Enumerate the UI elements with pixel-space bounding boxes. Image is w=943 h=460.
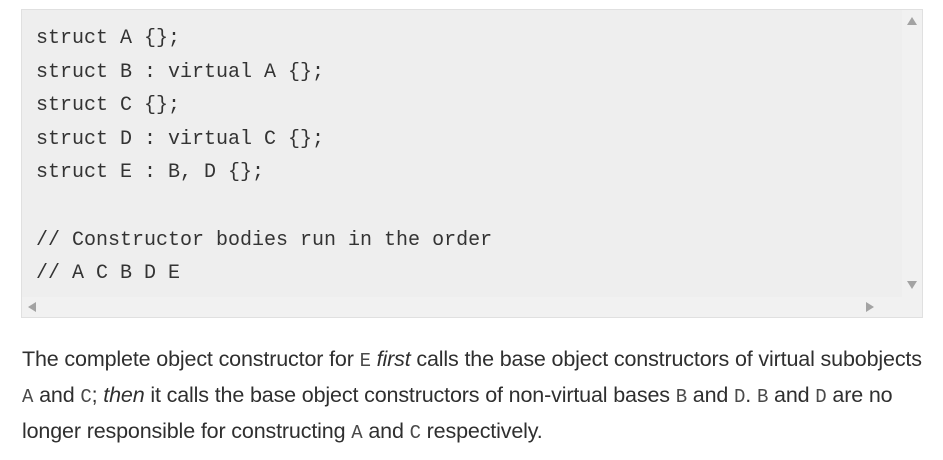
paragraph-text: and xyxy=(768,383,816,407)
inline-code: D xyxy=(734,386,746,408)
inline-code: B xyxy=(756,386,769,408)
inline-code: C xyxy=(409,422,421,444)
paragraph-text: and xyxy=(33,383,81,407)
paragraph-text: and xyxy=(362,419,410,443)
inline-code: B xyxy=(675,386,687,408)
scroll-up-arrow-icon[interactable] xyxy=(907,17,917,25)
code-content: struct A {}; struct B : virtual A {}; stru… xyxy=(22,10,902,298)
paragraph-text: The complete object constructor for xyxy=(22,347,360,371)
code-line: // A C B D E xyxy=(36,262,181,286)
code-line: // Constructor bodies run in the order xyxy=(36,228,493,252)
code-line: struct C {}; xyxy=(36,94,181,118)
code-line: struct B : virtual A {}; xyxy=(36,60,325,84)
code-text: struct A {}; struct B : virtual A {}; stru… xyxy=(22,10,902,291)
inline-code: D xyxy=(815,386,827,408)
code-line: struct E : B, D {}; xyxy=(36,161,265,185)
code-line: struct D : virtual C {}; xyxy=(36,127,325,151)
scroll-right-arrow-icon[interactable] xyxy=(866,302,874,312)
vertical-scrollbar[interactable] xyxy=(902,10,922,298)
emphasis-text: first xyxy=(376,347,411,371)
paragraph-text: ; xyxy=(91,383,104,407)
code-block: struct A {}; struct B : virtual A {}; stru… xyxy=(21,9,923,318)
paragraph-text: respectively. xyxy=(420,419,543,443)
paragraph-text: calls the base object constructors of vi… xyxy=(410,347,922,371)
scroll-down-arrow-icon[interactable] xyxy=(907,281,917,289)
inline-code: C xyxy=(80,386,92,408)
scrollbar-corner xyxy=(902,297,922,317)
horizontal-scrollbar[interactable] xyxy=(22,297,902,317)
code-line: struct A {}; xyxy=(36,27,181,50)
paragraph-text: and xyxy=(686,383,735,407)
inline-code: E xyxy=(359,350,371,372)
paragraph-text: . xyxy=(745,383,757,407)
inline-code: A xyxy=(22,386,34,408)
emphasis-text: then xyxy=(103,383,145,407)
explanation-paragraph: The complete object constructor for E fi… xyxy=(22,342,927,450)
scroll-left-arrow-icon[interactable] xyxy=(28,302,36,312)
paragraph-text: it calls the base object constructors of… xyxy=(144,383,676,407)
inline-code: A xyxy=(351,422,363,444)
